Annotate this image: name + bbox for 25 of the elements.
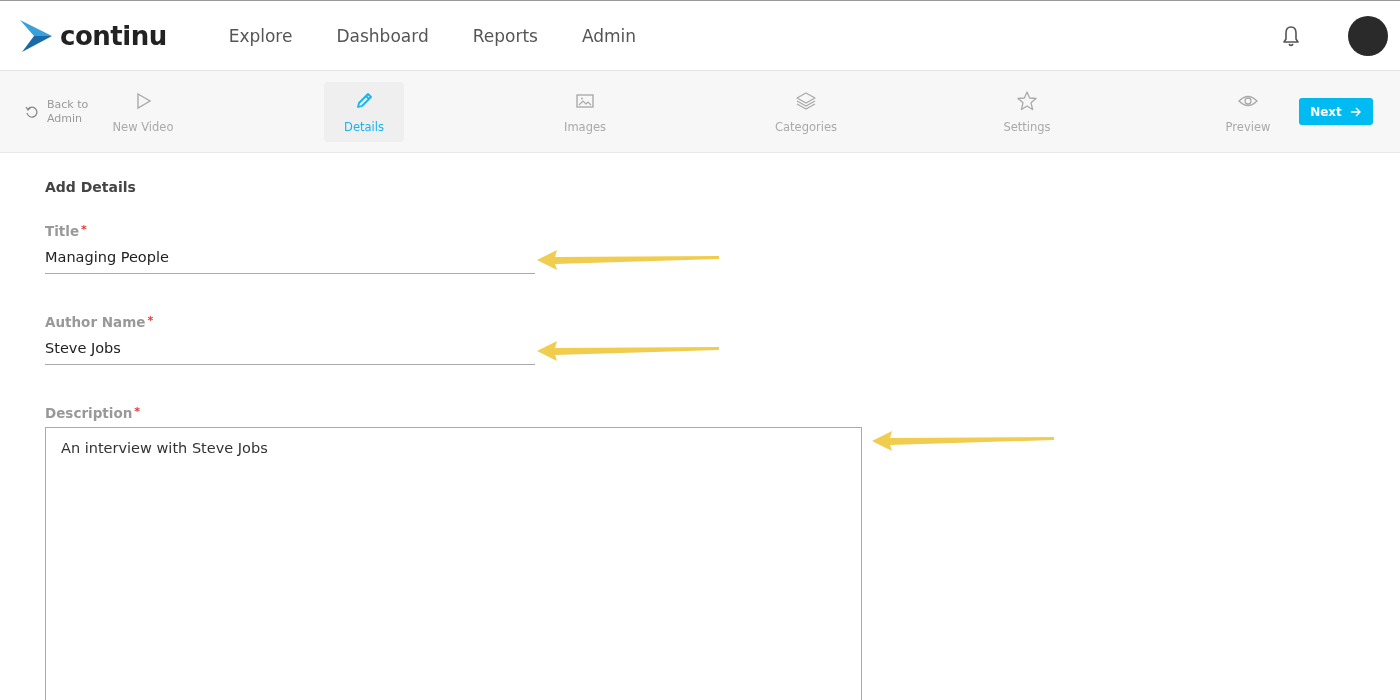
text-field[interactable]: Steve Jobs bbox=[45, 336, 535, 365]
next-button[interactable]: Next bbox=[1299, 98, 1373, 125]
step-tab[interactable]: Preview bbox=[1208, 81, 1288, 142]
avatar[interactable] bbox=[1348, 15, 1388, 56]
back-link[interactable]: Back to Admin bbox=[47, 97, 95, 126]
section-heading: Add Details bbox=[45, 179, 137, 195]
field-label: Description* bbox=[45, 405, 142, 421]
step-tab[interactable]: Images bbox=[545, 81, 625, 142]
nav-link[interactable]: Reports bbox=[462, 21, 548, 50]
star-icon bbox=[1016, 89, 1038, 112]
arrow-right-icon bbox=[1349, 105, 1362, 118]
nav-link[interactable]: Explore bbox=[218, 21, 303, 50]
nav-link[interactable]: Admin bbox=[571, 21, 647, 50]
nav-link[interactable]: Dashboard bbox=[326, 21, 439, 50]
logo-text: continu bbox=[60, 20, 167, 51]
step-tab[interactable]: Settings bbox=[987, 81, 1067, 142]
field-label: Title* bbox=[45, 223, 88, 239]
field-label: Author Name* bbox=[45, 314, 155, 330]
description-field[interactable]: An interview with Steve Jobs bbox=[45, 427, 862, 700]
step-tab[interactable]: Details bbox=[324, 81, 404, 142]
text-field[interactable]: Managing People bbox=[45, 245, 535, 274]
logo-icon bbox=[20, 19, 52, 52]
undo-icon[interactable] bbox=[25, 104, 39, 119]
step-tab[interactable]: Categories bbox=[766, 81, 846, 142]
step-tab[interactable]: New Video bbox=[103, 81, 183, 142]
